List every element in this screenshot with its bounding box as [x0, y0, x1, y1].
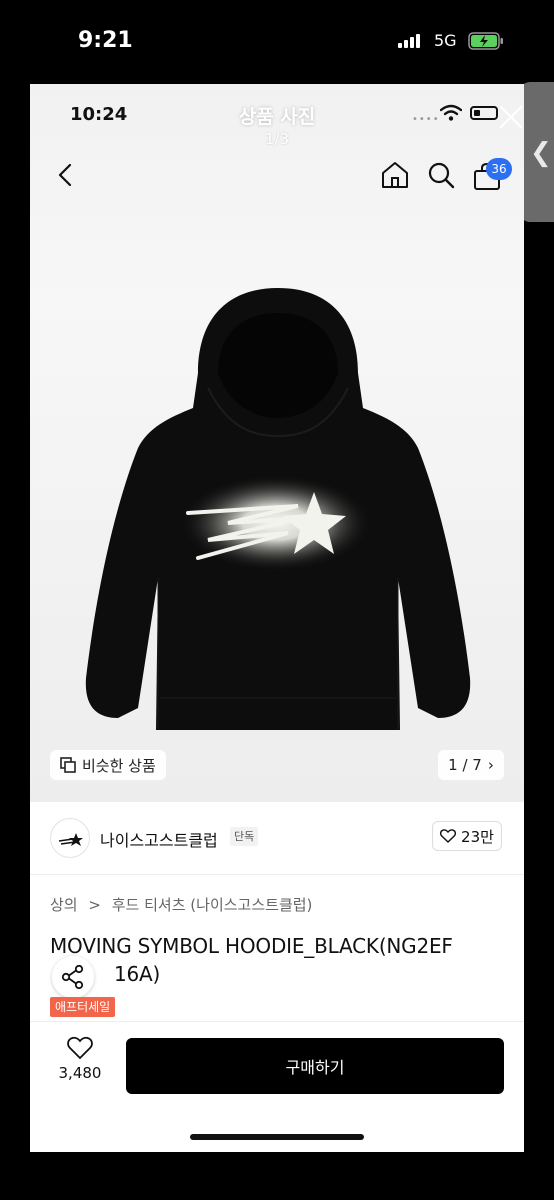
battery-icon: [468, 32, 503, 50]
cart-count-badge: 36: [486, 158, 512, 180]
wishlist-count: 3,480: [58, 1064, 102, 1082]
home-indicator[interactable]: [190, 1134, 364, 1140]
product-image-viewer[interactable]: 10:24 •••• 상품 사진 1/3 36 비슷한 상품 1 / 7 ›: [30, 84, 524, 802]
product-hoodie-image[interactable]: [78, 278, 478, 738]
signal-icon: [398, 34, 420, 48]
screenshot-frame: 10:24 •••• 상품 사진 1/3 36 비슷한 상품 1 / 7 › 나…: [30, 84, 524, 1152]
status-time: 9:21: [78, 28, 133, 53]
close-icon[interactable]: [496, 102, 524, 132]
outer-status-bar: 9:21 5G: [0, 0, 554, 84]
product-title-line2: 16A): [114, 962, 161, 986]
brand-like-count: 23만: [461, 827, 494, 846]
bottom-action-bar: 3,480 구매하기: [30, 1021, 524, 1152]
breadcrumb-subcategory[interactable]: 후드 티셔츠 (나이스고스트클럽): [112, 896, 313, 914]
similar-products-button[interactable]: 비슷한 상품: [50, 750, 166, 780]
breadcrumb-category[interactable]: 상의: [50, 896, 78, 914]
home-icon[interactable]: [380, 160, 410, 190]
chevron-left-icon: ❮: [530, 138, 552, 168]
share-icon[interactable]: [52, 956, 94, 998]
breadcrumb-separator: >: [88, 896, 101, 914]
product-title: MOVING SYMBOL HOODIE_BLACK(NG2EF 16A): [50, 932, 510, 988]
sale-badge: 애프터세일: [50, 997, 116, 1017]
side-handle[interactable]: ❮: [520, 82, 554, 222]
breadcrumb: 상의 > 후드 티셔츠 (나이스고스트클럽): [50, 894, 318, 915]
exclusive-tag: 단독: [230, 827, 259, 846]
heart-icon: [67, 1036, 93, 1060]
viewer-counter: 1/3: [264, 130, 290, 148]
product-title-line1: MOVING SYMBOL HOODIE_BLACK(NG2EF: [50, 934, 453, 958]
heart-outline-icon: [440, 829, 457, 843]
network-type: 5G: [434, 31, 457, 50]
brand-name[interactable]: 나이스고스트클럽: [100, 827, 218, 851]
viewer-title: 상품 사진: [238, 106, 316, 128]
image-pager[interactable]: 1 / 7 ›: [438, 750, 504, 780]
similar-icon: [60, 757, 76, 773]
similar-products-label: 비슷한 상품: [82, 756, 156, 775]
brand-logo[interactable]: [50, 818, 90, 858]
search-icon[interactable]: [426, 160, 456, 190]
back-icon[interactable]: [54, 160, 78, 190]
wishlist-button[interactable]: 3,480: [50, 1036, 110, 1082]
brand-row: 나이스고스트클럽 단독 23만: [30, 802, 524, 875]
chevron-right-icon: ›: [487, 756, 494, 774]
brand-like-button[interactable]: 23만: [432, 821, 502, 851]
buy-button[interactable]: 구매하기: [126, 1038, 504, 1094]
pager-text: 1 / 7: [448, 756, 482, 774]
